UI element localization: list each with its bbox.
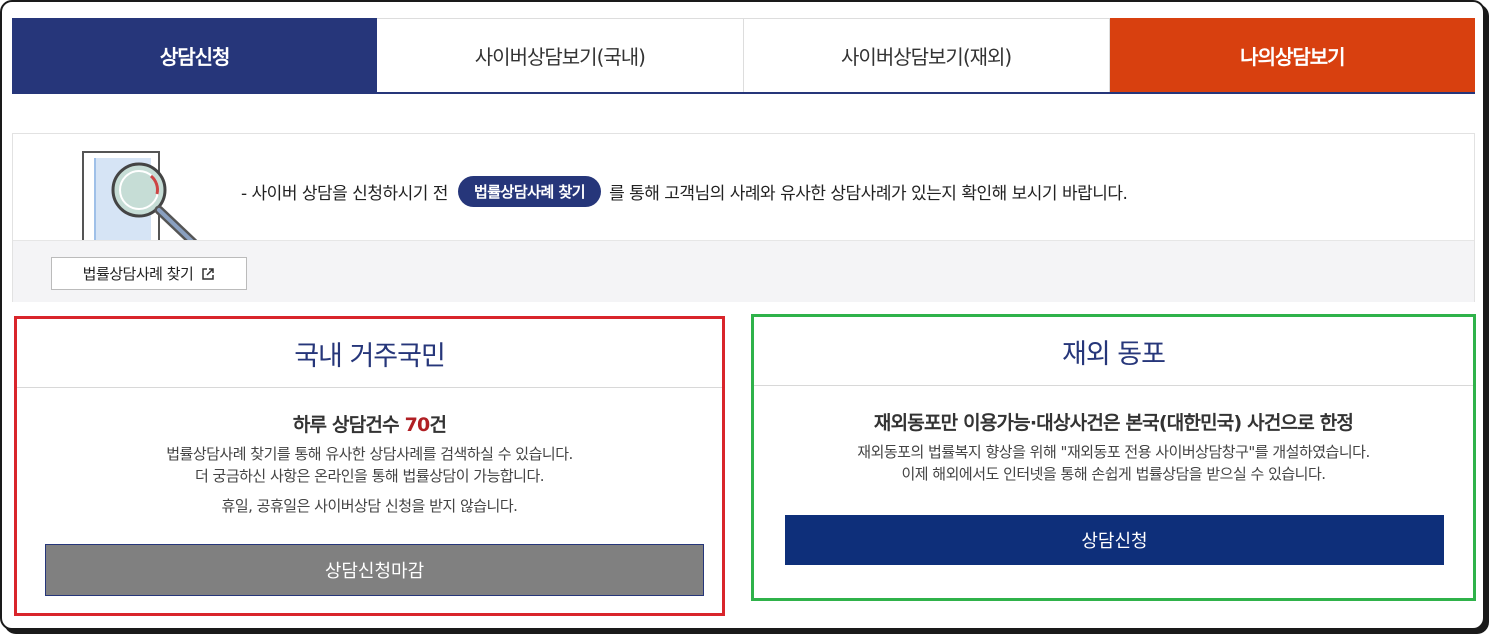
holiday-note: 휴일, 공휴일은 사이버상담 신청을 받지 않습니다.: [221, 497, 518, 515]
domestic-card: 국내 거주국민 하루 상담건수 70건 법률상담사례 찾기를 통해 유사한 상담…: [14, 316, 725, 616]
overseas-description: 재외동포의 법률복지 향상을 위해 "재외동포 전용 사이버상담창구"를 개설하…: [754, 441, 1473, 485]
notice-action-bar: 법률상담사례 찾기: [13, 240, 1474, 302]
notice-suffix: 를 통해 고객님의 사례와 유사한 상담사례가 있는지 확인해 보시기 바랍니다…: [609, 184, 1128, 204]
overseas-desc-line2: 이제 해외에서도 인터넷을 통해 손쉽게 법률상담을 받으실 수 있습니다.: [901, 465, 1326, 483]
tab-bar: 상담신청 사이버상담보기(국내) 사이버상담보기(재외) 나의상담보기: [12, 18, 1475, 94]
overseas-subtitle: 재외동포만 이용가능·대상사건은 본국(대한민국) 사건으로 한정: [873, 412, 1354, 434]
tab-cyber-domestic[interactable]: 사이버상담보기(국내): [377, 18, 744, 92]
case-search-pill[interactable]: 법률상담사례 찾기: [457, 176, 602, 207]
consult-closed-button[interactable]: 상담신청마감: [45, 544, 704, 596]
daily-count-suffix: 건: [429, 414, 447, 436]
overseas-title: 재외 동포: [754, 317, 1473, 386]
case-search-button[interactable]: 법률상담사례 찾기: [51, 257, 247, 290]
domestic-description: 법률상담사례 찾기를 통해 유사한 상담사례를 검색하실 수 있습니다. 더 궁…: [17, 443, 722, 487]
daily-count-value: 70: [404, 414, 431, 436]
daily-count: 하루 상담건수 70건: [17, 410, 722, 437]
tab-consult-apply[interactable]: 상담신청: [12, 18, 378, 92]
notice-text: - 사이버 상담을 신청하시기 전 법률상담사례 찾기 를 통해 고객님의 사례…: [241, 176, 1128, 207]
external-link-icon: [202, 267, 215, 280]
overseas-card: 재외 동포 재외동포만 이용가능·대상사건은 본국(대한민국) 사건으로 한정 …: [751, 314, 1476, 601]
consult-apply-button[interactable]: 상담신청: [785, 515, 1444, 565]
tab-cyber-overseas[interactable]: 사이버상담보기(재외): [743, 18, 1110, 92]
overseas-desc-line1: 재외동포의 법률복지 향상을 위해 "재외동포 전용 사이버상담창구"를 개설하…: [857, 443, 1370, 461]
case-search-button-label: 법률상담사례 찾기: [82, 265, 194, 283]
domestic-desc-line1: 법률상담사례 찾기를 통해 유사한 상담사례를 검색하실 수 있습니다.: [166, 445, 573, 463]
domestic-desc-line2: 더 궁금하신 사항은 온라인을 통해 법률상담이 가능합니다.: [194, 467, 545, 485]
document-magnifier-icon: [82, 151, 202, 250]
notice-top: - 사이버 상담을 신청하시기 전 법률상담사례 찾기 를 통해 고객님의 사례…: [13, 134, 1474, 250]
notice-box: - 사이버 상담을 신청하시기 전 법률상담사례 찾기 를 통해 고객님의 사례…: [12, 133, 1475, 302]
notice-prefix: - 사이버 상담을 신청하시기 전: [241, 184, 448, 204]
tab-my-consult[interactable]: 나의상담보기: [1109, 18, 1475, 92]
domestic-title: 국내 거주국민: [17, 319, 722, 388]
daily-count-prefix: 하루 상담건수: [292, 414, 405, 436]
